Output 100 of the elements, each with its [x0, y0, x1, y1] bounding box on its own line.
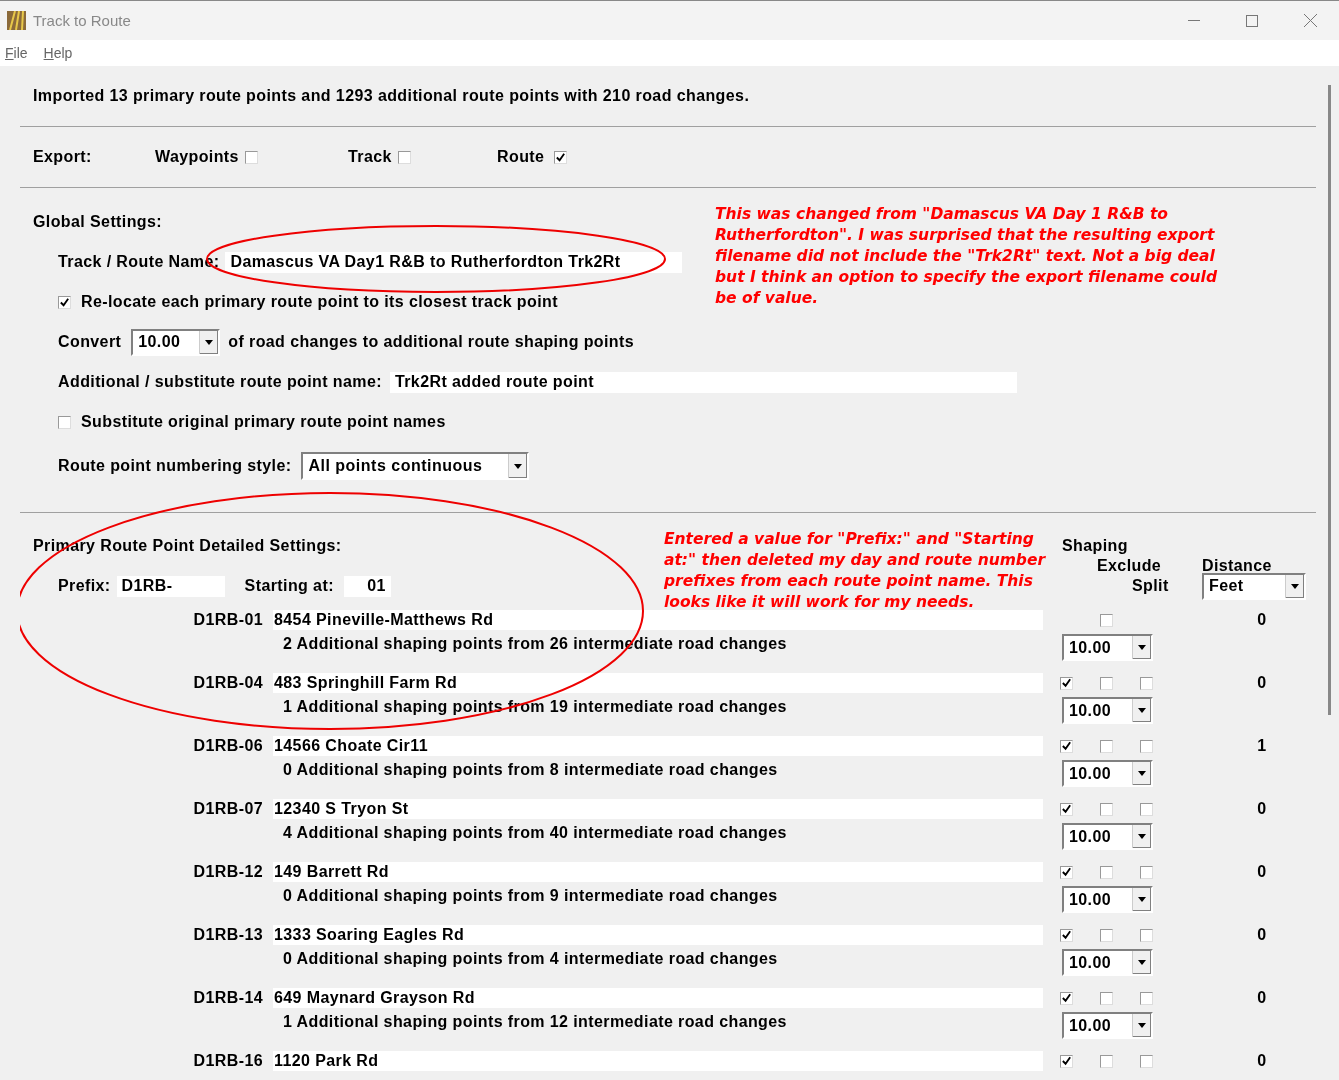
start-field[interactable]: 01	[343, 575, 391, 597]
checkbox[interactable]	[1100, 991, 1113, 1005]
spacing-dropdown[interactable]: 10.00	[1062, 1012, 1153, 1039]
checkbox[interactable]	[1060, 928, 1073, 942]
checkbox[interactable]	[1100, 739, 1113, 753]
annotation-note: Entered a value for "Prefix:" and "Starting at:" then deleted my day and route number prefixes from each route point name. This looks like it will work for my needs.	[664, 529, 1047, 613]
checkbox[interactable]	[1060, 1054, 1073, 1068]
checkbox[interactable]	[1100, 865, 1113, 879]
caret-icon	[1138, 645, 1146, 650]
caret-icon	[1138, 897, 1146, 902]
checkbox[interactable]	[1100, 802, 1113, 816]
checkbox[interactable]	[1060, 739, 1073, 753]
option-label: Track	[348, 148, 392, 166]
checkbox[interactable]	[244, 150, 258, 164]
shaping-summary: 1 Additional shaping points from 12 intermediate road changes	[283, 1013, 788, 1031]
caret-icon	[1138, 708, 1146, 713]
numbering-dropdown[interactable]: All points continuous	[301, 452, 530, 480]
address-field[interactable]: 8454 Pineville-Matthews Rd	[273, 610, 1043, 630]
point-name: D1RB-14	[192, 989, 264, 1007]
field-label: Route point numbering style:	[58, 457, 292, 475]
caret-icon	[1138, 771, 1146, 776]
point-name: D1RB-06	[192, 737, 264, 755]
menu-item[interactable]: Help	[43, 45, 73, 61]
field-label: Additional / substitute route point name:	[58, 373, 382, 391]
section-heading: Global Settings:	[33, 213, 163, 231]
export-label: Export:	[33, 148, 93, 166]
checkbox[interactable]	[397, 150, 411, 164]
shaping-summary: 1 Additional shaping points from 19 intermediate road changes	[283, 698, 788, 716]
column-header: Shaping	[1062, 537, 1129, 555]
caret-icon	[1138, 960, 1146, 965]
shaping-summary: 0 Additional shaping points from 4 intermediate road changes	[283, 950, 779, 968]
menu-item[interactable]: File	[5, 45, 28, 61]
spacing-dropdown[interactable]: 10.00	[1062, 697, 1153, 724]
caret-icon	[1138, 834, 1146, 839]
checkbox[interactable]	[1140, 676, 1153, 690]
distance-value: 0	[1256, 989, 1268, 1007]
caret-icon	[514, 463, 523, 469]
import-summary: Imported 13 primary route points and 1293 additional route points with 210 road changes.	[33, 87, 750, 105]
checkbox[interactable]	[1060, 676, 1073, 690]
distance-value: 0	[1256, 1052, 1268, 1070]
window-title: Track to Route	[33, 12, 132, 29]
column-header: Distance	[1202, 557, 1273, 575]
checkbox[interactable]	[1140, 991, 1153, 1005]
address-field[interactable]: 1120 Park Rd	[273, 1051, 1043, 1071]
spacing-dropdown[interactable]: 10.00	[1062, 949, 1153, 976]
point-name: D1RB-12	[192, 863, 264, 881]
prefix-field[interactable]: D1RB-	[116, 575, 225, 597]
field-label: Prefix:	[58, 577, 111, 595]
point-name: D1RB-16	[192, 1052, 264, 1070]
column-header: Split	[1132, 577, 1169, 594]
checkbox[interactable]	[1060, 865, 1073, 879]
checkbox[interactable]	[1140, 739, 1153, 753]
distance-value: 0	[1256, 611, 1268, 629]
spacing-dropdown[interactable]: 10.00	[1062, 823, 1153, 850]
option-label: Route	[497, 148, 545, 166]
annotation-note: This was changed from "Damascus VA Day 1 R&B to Rutherfordton". I was surprised that the resulting export filename did not include the "Trk2Rt" text. Not a big deal but I think an option to specify the export filename could be of value.	[715, 204, 1218, 309]
spacing-dropdown[interactable]: 10.00	[1062, 634, 1153, 661]
name-field[interactable]: Damascus VA Day1 R&B to Rutherfordton Trk2Rt	[225, 251, 683, 273]
point-name: D1RB-13	[192, 926, 264, 944]
field-label: Convert	[58, 333, 122, 351]
point-name: D1RB-01	[192, 611, 264, 629]
field-label: Starting at:	[244, 577, 334, 595]
address-field[interactable]: 1333 Soaring Eagles Rd	[273, 925, 1043, 945]
minimize-icon	[1188, 19, 1200, 22]
distance-value: 0	[1256, 800, 1268, 818]
address-field[interactable]: 149 Barrett Rd	[273, 862, 1043, 882]
unit-dropdown[interactable]: Feet	[1202, 572, 1306, 600]
maximize-icon	[1246, 14, 1258, 27]
checkbox[interactable]	[58, 295, 71, 309]
checkbox[interactable]	[1140, 802, 1153, 816]
checkbox[interactable]	[1140, 1054, 1153, 1068]
checkbox[interactable]	[1060, 991, 1073, 1005]
distance-value: 0	[1256, 863, 1268, 881]
app-icon	[7, 11, 26, 30]
checkbox[interactable]	[1060, 802, 1073, 816]
percent-dropdown[interactable]: 10.00	[131, 328, 221, 356]
checkbox[interactable]	[1100, 613, 1113, 627]
checkbox[interactable]	[554, 150, 568, 164]
address-field[interactable]: 649 Maynard Grayson Rd	[273, 988, 1043, 1008]
address-field[interactable]: 12340 S Tryon St	[273, 799, 1043, 819]
spacing-dropdown[interactable]: 10.00	[1062, 886, 1153, 913]
checkbox[interactable]	[1100, 928, 1113, 942]
checkbox[interactable]	[1100, 676, 1113, 690]
address-field[interactable]: 14566 Choate Cir11	[273, 736, 1043, 756]
checkbox[interactable]	[58, 415, 71, 429]
distance-value: 1	[1256, 737, 1268, 755]
close-icon	[1303, 14, 1317, 27]
checkbox[interactable]	[1140, 865, 1153, 879]
spacing-dropdown[interactable]: 10.00	[1062, 760, 1153, 787]
address-field[interactable]: 483 Springhill Farm Rd	[273, 673, 1043, 693]
shaping-summary: 4 Additional shaping points from 40 intermediate road changes	[283, 824, 788, 842]
checkbox-label: Re-locate each primary route point to its closest track point	[81, 293, 558, 311]
checkbox-label: Substitute original primary route point names	[81, 413, 446, 431]
name-field[interactable]: Trk2Rt added route point	[389, 371, 1017, 393]
shaping-summary: 0 Additional shaping points from 9 intermediate road changes	[283, 887, 779, 905]
point-name: D1RB-07	[192, 800, 264, 818]
checkbox[interactable]	[1100, 1054, 1113, 1068]
checkbox[interactable]	[1140, 928, 1153, 942]
distance-value: 0	[1256, 926, 1268, 944]
option-label: Waypoints	[155, 148, 239, 166]
